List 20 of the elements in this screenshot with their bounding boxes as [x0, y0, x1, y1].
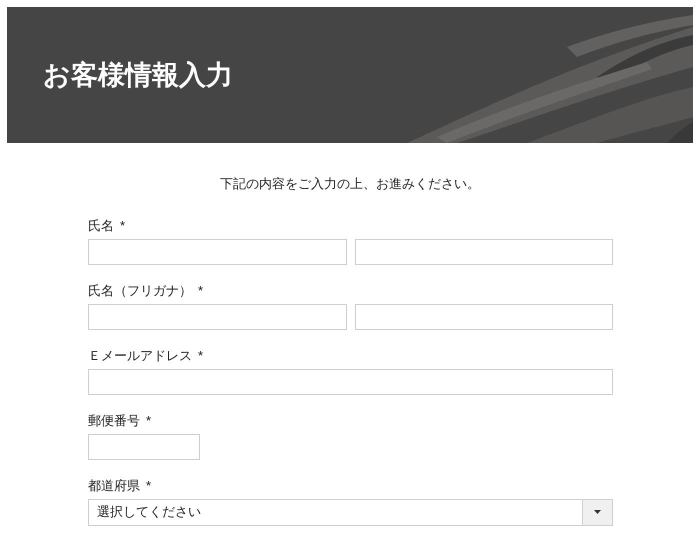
input-field[interactable] [88, 304, 346, 330]
field-label: 郵便番号 [88, 412, 140, 430]
caret-icon [594, 510, 601, 514]
input-field[interactable] [88, 368, 613, 394]
prefecture-select[interactable]: 選択してください [88, 498, 613, 526]
input-field[interactable] [88, 238, 346, 264]
field-label: Ｅメールアドレス [88, 347, 192, 366]
field-label: 都道府県 [88, 477, 140, 496]
field-label: 氏名 [88, 217, 114, 236]
required-mark: * [120, 217, 126, 236]
input-field[interactable] [354, 238, 613, 264]
required-mark: * [198, 347, 204, 366]
input-field[interactable] [354, 304, 613, 330]
intro-text: 下記の内容をご入力の上、お進みください。 [219, 175, 481, 193]
field-label: 氏名（フリガナ） [88, 282, 192, 300]
input-field[interactable] [88, 434, 200, 460]
required-mark: * [198, 282, 204, 300]
page-title: お客様情報入力 [43, 58, 233, 92]
required-mark: * [146, 412, 152, 430]
required-mark: * [146, 477, 152, 496]
